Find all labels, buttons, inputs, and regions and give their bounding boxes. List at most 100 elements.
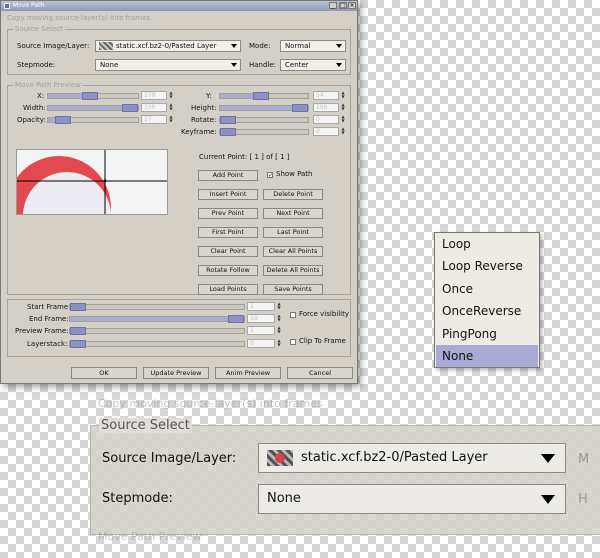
spin-arrows-icon[interactable]: ▲ ▼ — [169, 115, 173, 124]
start-frame-label: Start Frame: — [27, 303, 71, 311]
source-select-caption: Source Select — [13, 25, 65, 33]
stepmode-option-loop[interactable]: Loop — [436, 233, 538, 255]
preview-frame-slider[interactable] — [69, 327, 245, 335]
height-spinbox[interactable]: 100 — [313, 103, 339, 112]
handle-label: Handle: — [249, 61, 277, 69]
keyframe-slider[interactable] — [219, 128, 309, 136]
slider-thumb[interactable] — [228, 315, 244, 323]
x-spinbox[interactable]: 179 — [141, 91, 167, 100]
height-label: Height: — [191, 104, 217, 112]
y-slider[interactable] — [219, 92, 309, 100]
slider-thumb[interactable] — [220, 116, 236, 124]
stepmode-option-once-reverse[interactable]: OnceReverse — [436, 300, 538, 322]
stepmode-option-none[interactable]: None — [436, 345, 538, 367]
mode-value: Normal — [285, 42, 311, 50]
keyframe-spinbox[interactable]: 0 — [313, 127, 339, 136]
delete-all-points-button[interactable]: Delete All Points — [263, 265, 323, 276]
save-points-button[interactable]: Save Points — [263, 284, 323, 295]
zoom-stepmode-combo[interactable]: None — [258, 484, 566, 514]
spin-arrows-icon[interactable]: ▲ ▼ — [277, 339, 281, 348]
move-path-dialog: Move Path _ □ × Copy moving source-layer… — [0, 0, 358, 384]
spin-arrows-icon[interactable]: ▲ ▼ — [341, 115, 345, 124]
spin-arrows-icon[interactable]: ▲ ▼ — [169, 103, 173, 112]
spin-arrows-icon[interactable]: ▲ ▼ — [277, 314, 281, 323]
opacity-label: Opacity: — [17, 116, 46, 124]
clip-to-frame-checkbox[interactable] — [290, 339, 296, 345]
layerstack-slider[interactable] — [69, 340, 245, 348]
handle-value: Center — [285, 61, 309, 69]
load-points-button[interactable]: Load Points — [198, 284, 258, 295]
spin-arrows-icon[interactable]: ▲ ▼ — [169, 91, 173, 100]
opacity-slider[interactable] — [47, 116, 139, 124]
opacity-spinbox[interactable]: 17 — [141, 115, 167, 124]
zoom-source-image-combo[interactable]: static.xcf.bz2-0/Pasted Layer — [258, 443, 566, 473]
force-visibility-checkbox[interactable] — [290, 312, 296, 318]
spin-arrows-icon[interactable]: ▲ ▼ — [341, 103, 345, 112]
slider-thumb[interactable] — [253, 92, 270, 100]
spin-arrows-icon[interactable]: ▲ ▼ — [277, 326, 281, 335]
zoom-mode-label-partial: M — [578, 452, 590, 467]
ok-button[interactable]: OK — [71, 367, 137, 379]
stepmode-label: Stepmode: — [17, 61, 56, 69]
spin-arrows-icon[interactable]: ▲ ▼ — [277, 302, 281, 311]
y-spinbox[interactable]: 54 — [313, 91, 339, 100]
source-image-combo[interactable]: static.xcf.bz2-0/Pasted Layer — [95, 40, 241, 52]
rotate-spinbox[interactable]: 0 — [313, 115, 339, 124]
stepmode-option-once[interactable]: Once — [436, 278, 538, 300]
layerstack-label: Layerstack: — [27, 340, 68, 348]
anim-preview-button[interactable]: Anim Preview — [215, 367, 281, 379]
zoom-stepmode-label: Stepmode: — [102, 491, 173, 506]
next-point-button[interactable]: Next Point — [263, 208, 323, 219]
slider-thumb[interactable] — [82, 92, 99, 100]
cancel-button[interactable]: Cancel — [287, 367, 353, 379]
mode-combo[interactable]: Normal — [280, 40, 346, 52]
delete-point-button[interactable]: Delete Point — [263, 189, 323, 200]
slider-thumb[interactable] — [55, 116, 72, 124]
minimize-icon[interactable]: _ — [329, 2, 337, 9]
slider-thumb[interactable] — [70, 303, 86, 311]
stepmode-option-loop-reverse[interactable]: Loop Reverse — [436, 255, 538, 277]
current-point-readout: Current Point: [ 1 ] of [ 1 ] — [199, 153, 290, 161]
slider-thumb[interactable] — [70, 327, 86, 335]
title-bar[interactable]: Move Path _ □ × — [1, 1, 357, 11]
last-point-button[interactable]: Last Point — [263, 227, 323, 238]
handle-combo[interactable]: Center — [280, 59, 346, 71]
clip-to-frame-label: Clip To Frame — [299, 337, 346, 345]
show-path-checkbox[interactable]: ✓ — [267, 172, 273, 179]
spin-arrows-icon[interactable]: ▲ ▼ — [341, 91, 345, 100]
show-path-label: Show Path — [276, 170, 313, 178]
start-frame-slider[interactable] — [69, 303, 245, 311]
window-menu-icon[interactable] — [4, 3, 10, 9]
x-slider[interactable] — [47, 92, 139, 100]
height-slider[interactable] — [219, 104, 309, 112]
first-point-button[interactable]: First Point — [198, 227, 258, 238]
spin-arrows-icon[interactable]: ▲ ▼ — [341, 127, 345, 136]
end-frame-slider[interactable] — [69, 315, 245, 323]
layer-thumbnail-icon — [99, 42, 113, 50]
insert-point-button[interactable]: Insert Point — [198, 189, 258, 200]
zoom-source-select-caption: Source Select — [99, 418, 192, 433]
slider-thumb[interactable] — [220, 128, 236, 136]
add-point-button[interactable]: Add Point — [198, 170, 258, 181]
prev-point-button[interactable]: Prev Point — [198, 208, 258, 219]
preview-caption: Move Path Preview — [13, 81, 83, 89]
stepmode-combo[interactable]: None — [95, 59, 241, 71]
close-icon[interactable]: × — [348, 2, 356, 9]
start-frame-spinbox[interactable]: 1 — [247, 302, 275, 311]
slider-thumb[interactable] — [70, 340, 86, 348]
width-slider[interactable] — [47, 104, 139, 112]
clear-all-points-button[interactable]: Clear All Points — [263, 246, 323, 257]
layerstack-spinbox[interactable]: 0 — [247, 339, 275, 348]
rotate-follow-button[interactable]: Rotate Follow — [198, 265, 258, 276]
width-spinbox[interactable]: 100 — [141, 103, 167, 112]
rotate-slider[interactable] — [219, 116, 309, 124]
slider-thumb[interactable] — [292, 104, 308, 112]
stepmode-option-pingpong[interactable]: PingPong — [436, 323, 538, 345]
path-preview-canvas[interactable] — [16, 149, 168, 215]
preview-frame-spinbox[interactable]: 1 — [247, 326, 275, 335]
clear-point-button[interactable]: Clear Point — [198, 246, 258, 257]
maximize-icon[interactable]: □ — [339, 2, 347, 9]
update-preview-button[interactable]: Update Preview — [143, 367, 209, 379]
slider-thumb[interactable] — [122, 104, 138, 112]
end-frame-spinbox[interactable]: 10 — [247, 314, 275, 323]
